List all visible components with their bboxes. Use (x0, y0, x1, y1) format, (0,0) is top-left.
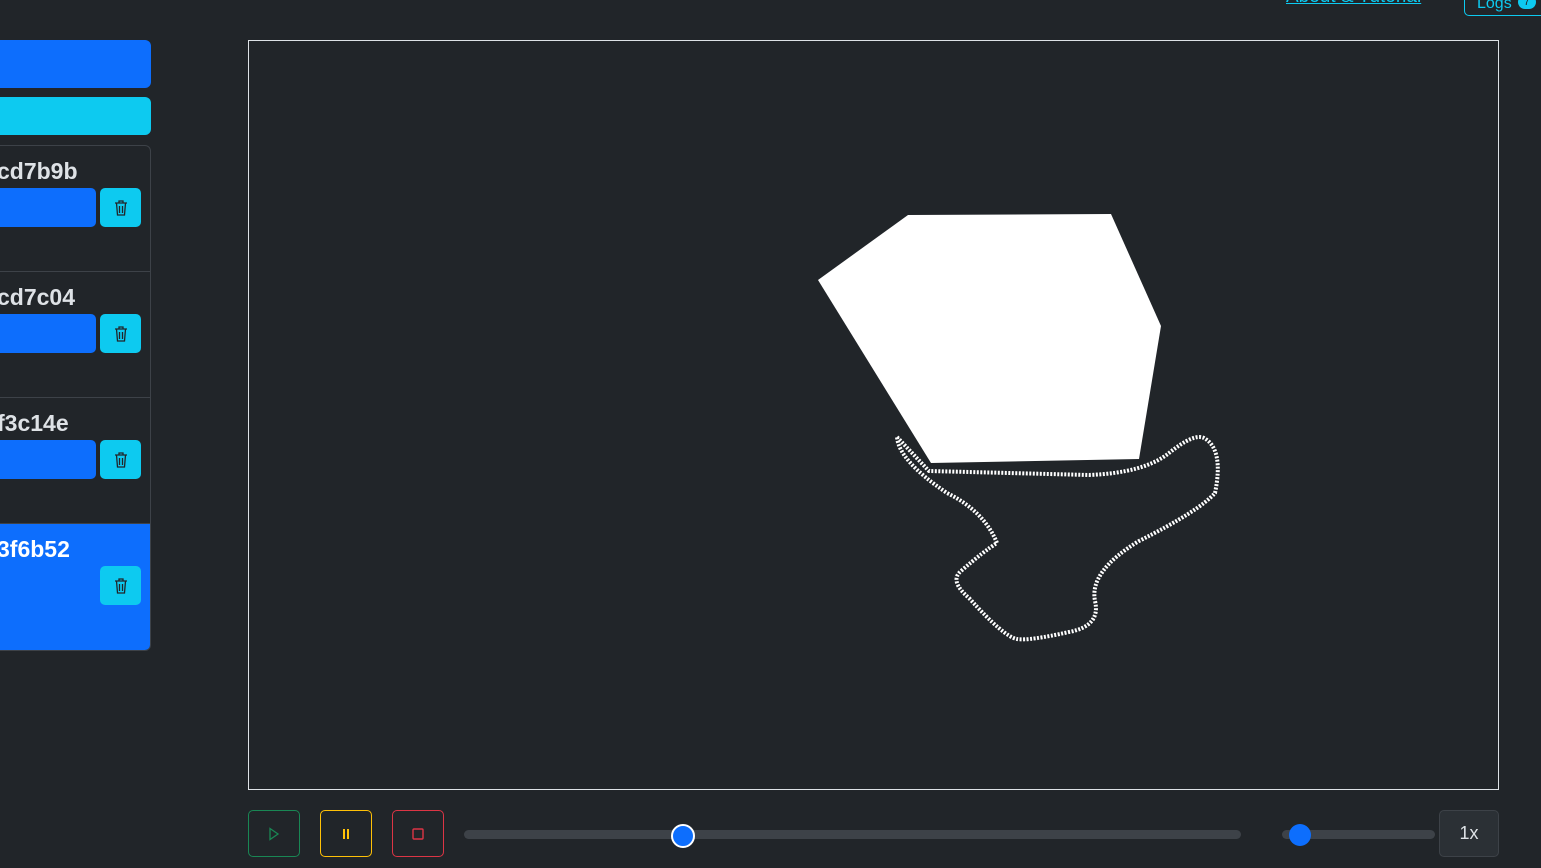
open-button[interactable] (0, 440, 96, 479)
item-title: f3c14e (0, 410, 69, 436)
logs-button[interactable]: Logs 7 (1464, 0, 1541, 16)
trash-icon (114, 451, 127, 468)
item-title: 3f6b52 (0, 536, 70, 562)
list-item[interactable]: cd7c04 (0, 272, 150, 398)
delete-button[interactable] (100, 440, 141, 479)
speed-slider-thumb[interactable] (1288, 824, 1311, 846)
item-title: cd7c04 (0, 284, 76, 310)
sidebar-info-button[interactable] (0, 97, 151, 135)
drawing-svg (818, 214, 1220, 642)
play-icon (269, 826, 280, 841)
pause-icon (343, 828, 349, 839)
delete-button[interactable] (100, 314, 141, 353)
list-item-active[interactable]: 3f6b52 (0, 524, 150, 650)
open-button[interactable] (0, 188, 96, 227)
progress-track[interactable] (464, 830, 1241, 839)
trash-icon (114, 199, 127, 216)
drawn-shape (818, 214, 1161, 463)
item-title: cd7b9b (0, 158, 78, 184)
list-item[interactable]: cd7b9b (0, 146, 150, 272)
drawing-canvas[interactable] (248, 40, 1499, 790)
trash-icon (114, 325, 127, 342)
play-button[interactable] (248, 810, 300, 857)
delete-button[interactable] (100, 188, 141, 227)
drawn-stroke (895, 435, 1220, 642)
sidebar-primary-button[interactable] (0, 40, 151, 88)
logs-label: Logs (1477, 0, 1512, 12)
stop-icon (412, 827, 424, 840)
list-item[interactable]: f3c14e (0, 398, 150, 524)
pause-button[interactable] (320, 810, 372, 857)
logs-count-badge: 7 (1517, 0, 1536, 9)
progress-slider-thumb[interactable] (671, 824, 696, 848)
speed-label: 1x (1439, 810, 1499, 857)
open-button[interactable] (0, 314, 96, 353)
session-list: cd7b9b cd7c04 f3c14e 3f6b52 (0, 145, 151, 651)
stop-button[interactable] (392, 810, 444, 857)
delete-button[interactable] (100, 566, 141, 605)
trash-icon (114, 577, 127, 594)
about-tutorial-link[interactable]: About & Tutorial (1286, 0, 1421, 8)
